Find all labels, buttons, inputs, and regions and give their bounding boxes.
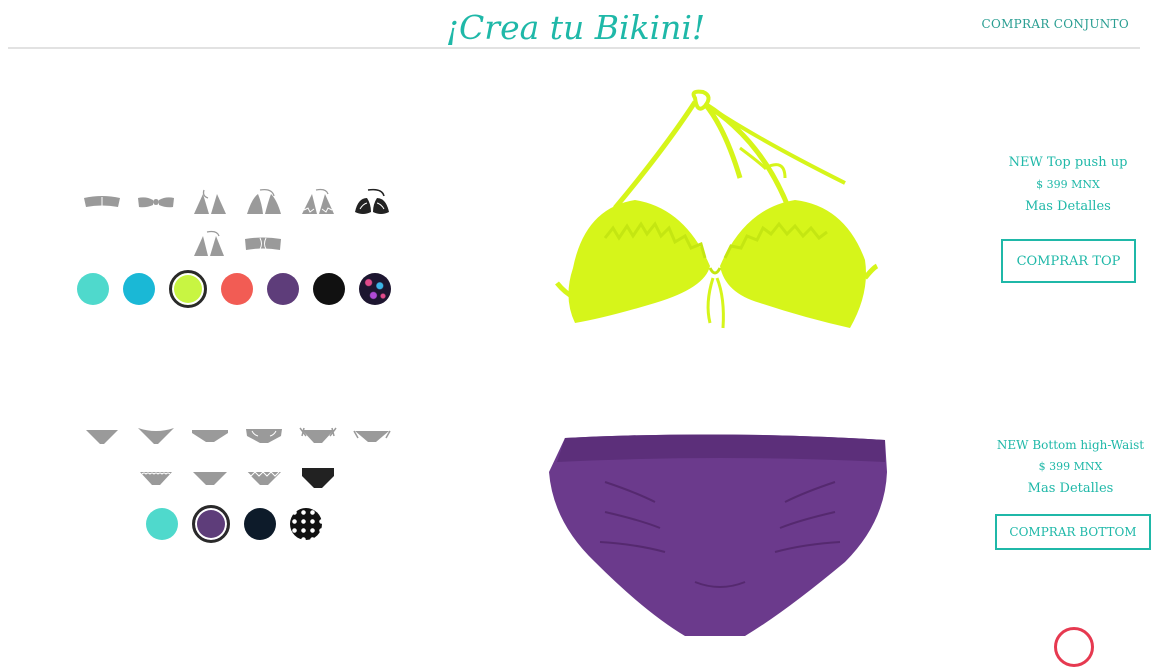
bottom-product-info: NEW Bottom high-Waist $ 399 MNX Mas Deta… [990,434,1151,500]
bottom-swatch-aqua[interactable] [146,508,178,540]
bottom-product-price: $ 399 MNX [1038,460,1103,473]
bottom-style-row-1 [80,424,394,448]
top-swatch-purple[interactable] [267,273,299,305]
bottom-color-swatches [146,505,322,543]
top-product-name: NEW Top push up [1008,155,1128,170]
top-style-triangle-icon[interactable] [188,189,232,214]
bottom-style-thong-icon[interactable] [134,424,178,448]
bottom-details-link[interactable]: Mas Detalles [990,478,1151,500]
top-color-swatches [77,270,391,308]
bottom-style-lace-edge-icon[interactable] [242,466,286,490]
bottom-style-ruched-icon[interactable] [242,424,286,448]
bottom-style-high-waist-icon[interactable] [296,466,340,490]
top-product-info: NEW Top push up $ 399 MNX Mas Detalles [985,152,1151,218]
bottom-swatch-purple[interactable] [192,505,230,543]
top-swatch-floral-pattern[interactable] [359,273,391,305]
header-divider [8,47,1140,49]
top-swatch-turquoise[interactable] [123,273,155,305]
top-style-bandeau-icon[interactable] [80,190,124,214]
top-style-push-up-halter-icon[interactable] [350,188,394,214]
top-details-link[interactable]: Mas Detalles [985,196,1151,218]
bottom-swatch-navy[interactable] [244,508,276,540]
top-style-triangle-halter-icon[interactable] [187,230,231,256]
buy-top-button[interactable]: COMPRAR TOP [1001,239,1136,283]
page-header: ¡Crea tu Bikini! COMPRAR CONJUNTO [0,0,1151,52]
bottom-style-tie-side-ruffle-icon[interactable] [296,424,340,448]
top-product-image [545,88,885,348]
top-swatch-aqua[interactable] [77,273,109,305]
bottom-style-hipster-icon[interactable] [80,424,124,448]
bottom-style-tie-side-icon[interactable] [350,424,394,448]
buy-set-link[interactable]: COMPRAR CONJUNTO [981,17,1129,31]
top-style-bandeau-knot-icon[interactable] [134,190,178,214]
top-product-price: $ 399 MNX [1036,178,1100,191]
bottom-style-scallop-icon[interactable] [134,466,178,490]
page-title: ¡Crea tu Bikini! [445,8,706,47]
partial-red-circle [1054,627,1094,667]
bottom-swatch-dots-pattern[interactable] [290,508,322,540]
bottom-style-classic-icon[interactable] [188,466,232,490]
top-swatch-black[interactable] [313,273,345,305]
top-style-bandeau-twist-icon[interactable] [241,232,285,256]
top-style-row-2 [187,230,285,256]
bottom-style-row-2 [134,466,340,490]
top-swatch-coral[interactable] [221,273,253,305]
buy-bottom-button[interactable]: COMPRAR BOTTOM [995,514,1151,550]
bottom-style-brazilian-icon[interactable] [188,424,232,448]
top-swatch-lime[interactable] [169,270,207,308]
top-style-triangle-ruffle-icon[interactable] [296,188,340,214]
top-style-triangle-padded-icon[interactable] [242,188,286,214]
bottom-product-name: NEW Bottom high-Waist [996,438,1145,452]
bottom-product-image [545,432,895,640]
top-style-row-1 [80,188,394,214]
